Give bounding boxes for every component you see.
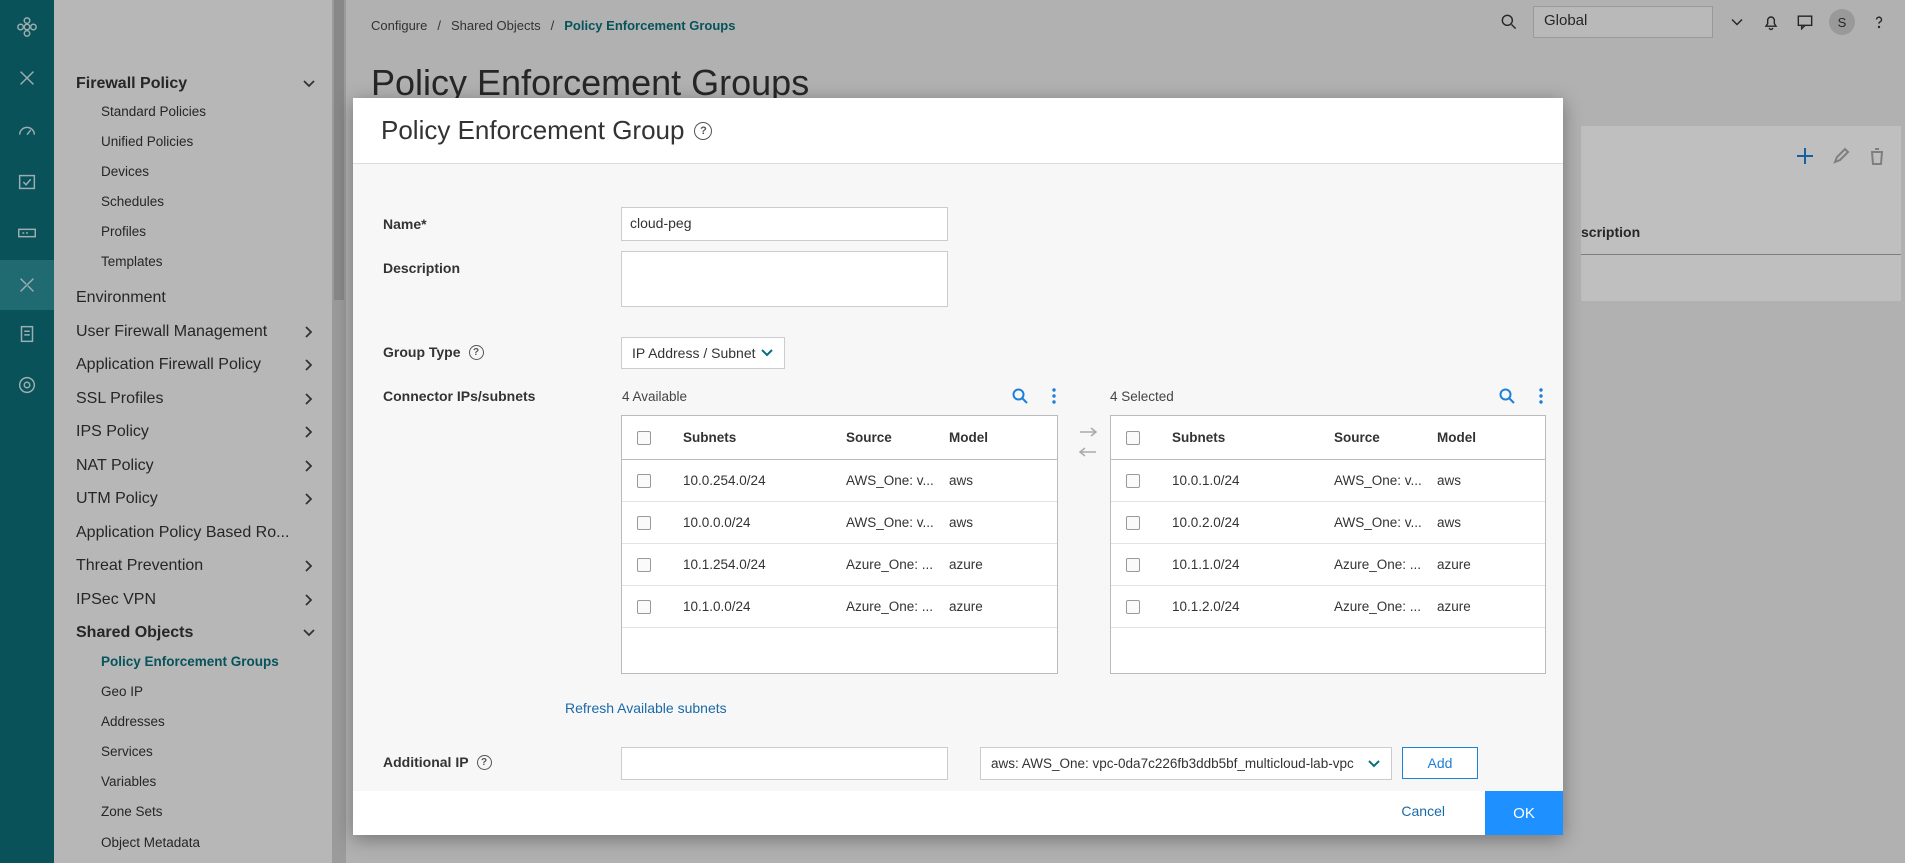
available-tools <box>1011 387 1063 405</box>
description-textarea[interactable] <box>621 251 948 307</box>
row-checkbox[interactable] <box>637 557 651 572</box>
column-header-model[interactable]: Model <box>949 416 988 459</box>
subnet-cell: 10.1.1.0/24 <box>1172 557 1240 572</box>
row-checkbox[interactable] <box>1126 473 1140 488</box>
group-type-select[interactable]: IP Address / Subnet <box>621 337 785 369</box>
refresh-subnets-link[interactable]: Refresh Available subnets <box>565 700 727 716</box>
source-cell: AWS_One: v... <box>846 473 934 488</box>
description-label: Description <box>383 260 461 276</box>
table-row[interactable]: 10.0.2.0/24 AWS_One: v... aws <box>1111 502 1545 544</box>
subnet-cell: 10.1.2.0/24 <box>1172 599 1240 614</box>
model-cell: azure <box>949 599 983 614</box>
name-label: Name* <box>383 216 427 232</box>
table-row[interactable]: 10.0.1.0/24 AWS_One: v... aws <box>1111 460 1545 502</box>
row-checkbox[interactable] <box>637 515 651 530</box>
column-header-source[interactable]: Source <box>1334 416 1380 459</box>
help-icon[interactable]: ? <box>694 121 713 140</box>
model-cell: aws <box>949 473 974 488</box>
row-checkbox[interactable] <box>1126 557 1140 572</box>
move-left-arrow-icon[interactable] <box>1078 446 1098 458</box>
column-header-model[interactable]: Model <box>1437 416 1476 459</box>
available-count: 4 Available <box>622 389 688 404</box>
model-cell: aws <box>949 515 974 530</box>
column-header-subnets[interactable]: Subnets <box>683 416 736 459</box>
select-all-checkbox[interactable] <box>1126 430 1140 445</box>
subnet-cell: 10.1.0.0/24 <box>683 599 751 614</box>
more-vertical-icon[interactable] <box>1532 387 1550 405</box>
move-right-arrow-icon[interactable] <box>1078 426 1098 438</box>
row-checkbox[interactable] <box>1126 515 1140 530</box>
selected-tools <box>1498 387 1550 405</box>
table-row[interactable]: 10.1.2.0/24 Azure_One: ... azure <box>1111 586 1545 628</box>
column-header-subnets[interactable]: Subnets <box>1172 416 1225 459</box>
available-subnets-table: Subnets Source Model 10.0.254.0/24 AWS_O… <box>621 415 1058 674</box>
dialog-footer: Cancel OK <box>353 791 1563 835</box>
source-cell: Azure_One: ... <box>1334 557 1422 572</box>
table-row[interactable]: 10.0.254.0/24 AWS_One: v... aws <box>622 460 1057 502</box>
cancel-button[interactable]: Cancel <box>1401 803 1445 819</box>
source-cell: Azure_One: ... <box>846 599 934 614</box>
vpc-select[interactable]: aws: AWS_One: vpc-0da7c226fb3ddb5bf_mult… <box>980 747 1392 780</box>
source-cell: AWS_One: v... <box>1334 515 1422 530</box>
more-vertical-icon[interactable] <box>1045 387 1063 405</box>
search-icon[interactable] <box>1498 387 1516 405</box>
source-cell: Azure_One: ... <box>1334 599 1422 614</box>
add-button[interactable]: Add <box>1402 747 1478 779</box>
row-checkbox[interactable] <box>637 473 651 488</box>
dialog-title: Policy Enforcement Group <box>381 115 685 145</box>
source-cell: Azure_One: ... <box>846 557 934 572</box>
search-icon[interactable] <box>1011 387 1029 405</box>
additional-ip-label: Additional IP ? <box>383 754 492 770</box>
group-type-label: Group Type ? <box>383 344 484 360</box>
select-all-checkbox[interactable] <box>637 430 651 445</box>
table-row[interactable]: 10.1.254.0/24 Azure_One: ... azure <box>622 544 1057 586</box>
model-cell: azure <box>1437 599 1471 614</box>
model-cell: azure <box>1437 557 1471 572</box>
source-cell: AWS_One: v... <box>1334 473 1422 488</box>
row-checkbox[interactable] <box>637 599 651 614</box>
column-header-source[interactable]: Source <box>846 416 892 459</box>
chevron-down-icon <box>761 349 773 357</box>
subnet-cell: 10.0.2.0/24 <box>1172 515 1240 530</box>
model-cell: azure <box>949 557 983 572</box>
dialog-header: Policy Enforcement Group ? <box>353 98 1563 164</box>
model-cell: aws <box>1437 473 1462 488</box>
ok-button[interactable]: OK <box>1485 791 1563 835</box>
help-icon[interactable]: ? <box>476 754 492 770</box>
name-input[interactable]: cloud-peg <box>621 207 948 241</box>
help-icon[interactable]: ? <box>468 344 484 360</box>
table-row[interactable]: 10.0.0.0/24 AWS_One: v... aws <box>622 502 1057 544</box>
subnet-cell: 10.0.254.0/24 <box>683 473 766 488</box>
model-cell: aws <box>1437 515 1462 530</box>
additional-ip-input[interactable] <box>621 747 948 780</box>
table-header: Subnets Source Model <box>1111 416 1545 460</box>
row-checkbox[interactable] <box>1126 599 1140 614</box>
source-cell: AWS_One: v... <box>846 515 934 530</box>
chevron-down-icon <box>1368 759 1380 767</box>
subnet-cell: 10.1.254.0/24 <box>683 557 766 572</box>
subnet-cell: 10.0.1.0/24 <box>1172 473 1240 488</box>
table-row[interactable]: 10.1.1.0/24 Azure_One: ... azure <box>1111 544 1545 586</box>
policy-enforcement-group-dialog: Policy Enforcement Group ? Name* cloud-p… <box>353 98 1563 835</box>
selected-count: 4 Selected <box>1110 389 1174 404</box>
connector-label: Connector IPs/subnets <box>383 388 536 404</box>
table-row[interactable]: 10.1.0.0/24 Azure_One: ... azure <box>622 586 1057 628</box>
table-header: Subnets Source Model <box>622 416 1057 460</box>
selected-subnets-table: Subnets Source Model 10.0.1.0/24 AWS_One… <box>1110 415 1546 674</box>
subnet-cell: 10.0.0.0/24 <box>683 515 751 530</box>
transfer-arrows <box>1078 426 1098 458</box>
